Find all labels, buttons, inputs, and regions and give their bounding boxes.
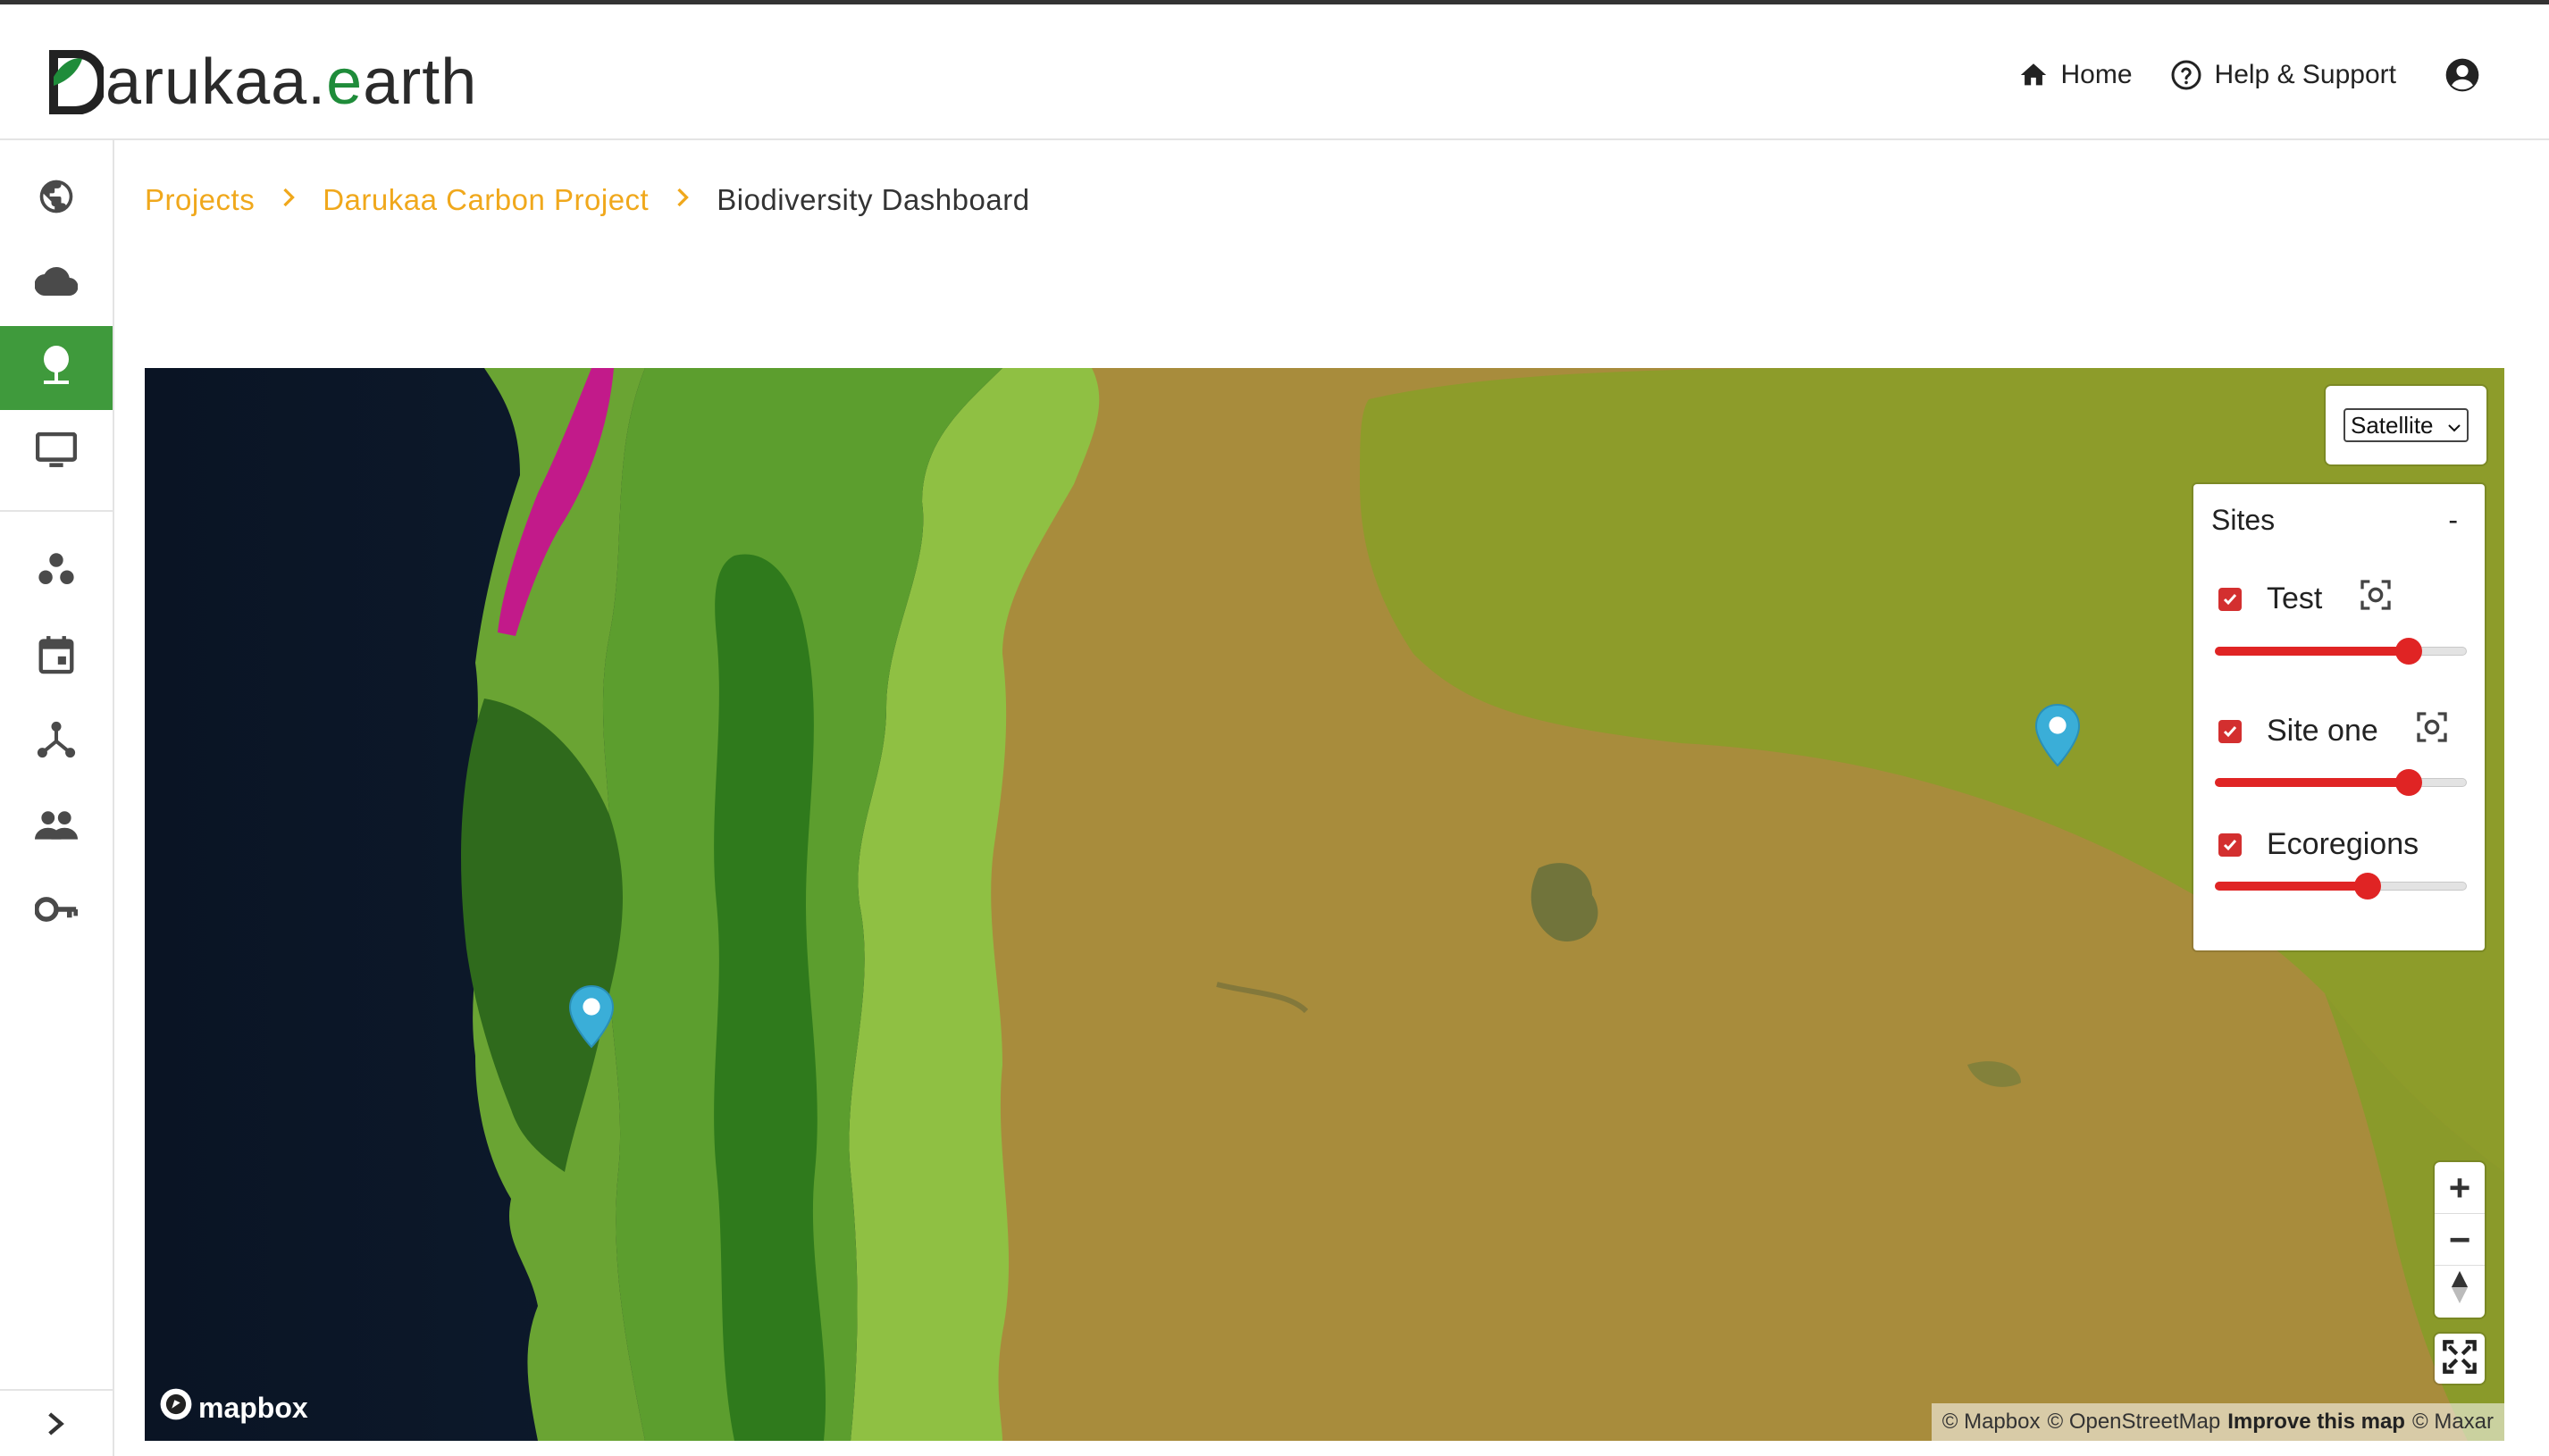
chevron-down-icon bbox=[2447, 412, 2461, 439]
cloud-icon bbox=[34, 264, 79, 304]
sidebar-item-key[interactable] bbox=[0, 869, 113, 953]
nav-home-label: Home bbox=[2060, 60, 2133, 89]
attribution-mapbox[interactable]: © Mapbox bbox=[1942, 1410, 2041, 1435]
map-style-select[interactable]: Satellite bbox=[2344, 408, 2469, 442]
mapbox-logo[interactable]: mapbox bbox=[159, 1387, 308, 1428]
breadcrumb-current: Biodiversity Dashboard bbox=[717, 183, 1030, 216]
layer-ecoregions-label: Ecoregions bbox=[2267, 827, 2419, 861]
attribution-osm[interactable]: © OpenStreetMap bbox=[2047, 1410, 2220, 1435]
network-icon bbox=[36, 720, 77, 764]
nav-help-support[interactable]: Help & Support bbox=[2170, 59, 2396, 91]
sidebar-item-people[interactable] bbox=[0, 784, 113, 868]
people-icon bbox=[35, 808, 78, 845]
top-header: arukaa. e arth Home Help & Support bbox=[0, 9, 2549, 140]
nav-help-label: Help & Support bbox=[2214, 60, 2396, 89]
layer-test-label: Test bbox=[2267, 582, 2323, 615]
map-attribution: © Mapbox © OpenStreetMap Improve this ma… bbox=[1931, 1403, 2504, 1441]
key-icon bbox=[34, 896, 79, 927]
zoom-in-button[interactable]: + bbox=[2435, 1162, 2485, 1214]
sidebar-item-biodiversity[interactable] bbox=[0, 326, 113, 410]
map-style-control: Satellite bbox=[2326, 386, 2486, 464]
monitor-icon bbox=[35, 431, 78, 474]
sidebar-expand-toggle[interactable] bbox=[0, 1389, 113, 1456]
sidebar-item-cloud[interactable] bbox=[0, 241, 113, 325]
home-icon bbox=[2018, 60, 2049, 90]
site-marker-pin[interactable] bbox=[2033, 703, 2082, 767]
breadcrumb-projects[interactable]: Projects bbox=[145, 183, 255, 217]
sidebar-item-network[interactable] bbox=[0, 699, 113, 783]
breadcrumb: Projects Darukaa Carbon Project Biodiver… bbox=[145, 183, 1030, 217]
layer-test-opacity-slider[interactable] bbox=[2215, 635, 2467, 667]
logo-e-leaf: e bbox=[326, 46, 364, 118]
map-canvas[interactable]: Satellite Sites - Test Site one Ecoregio… bbox=[145, 368, 2504, 1441]
mapbox-icon bbox=[159, 1387, 193, 1428]
help-circle-icon bbox=[2170, 59, 2202, 91]
sidebar-item-globe[interactable] bbox=[0, 156, 113, 240]
map-style-value: Satellite bbox=[2351, 411, 2434, 439]
darukaa-logo[interactable]: arukaa. e arth bbox=[46, 43, 478, 118]
map-terrain bbox=[145, 368, 2504, 1441]
layers-collapse-button[interactable]: - bbox=[2448, 504, 2467, 537]
layer-site-one-opacity-slider[interactable] bbox=[2215, 766, 2467, 799]
fullscreen-button[interactable] bbox=[2435, 1334, 2485, 1384]
top-nav: Home Help & Support bbox=[2018, 55, 2482, 95]
attribution-maxar[interactable]: © Maxar bbox=[2412, 1410, 2494, 1435]
nav-home[interactable]: Home bbox=[2018, 60, 2133, 90]
compass-reset-button[interactable] bbox=[2435, 1266, 2485, 1318]
sidebar-divider bbox=[0, 510, 113, 512]
layer-ecoregions-checkbox[interactable] bbox=[2218, 833, 2242, 857]
breadcrumb-project[interactable]: Darukaa Carbon Project bbox=[323, 183, 649, 217]
sidebar-item-calendar[interactable] bbox=[0, 615, 113, 699]
layers-panel-title: Sites bbox=[2211, 504, 2276, 536]
bubbles-icon bbox=[37, 550, 76, 594]
zoom-out-button[interactable]: − bbox=[2435, 1214, 2485, 1266]
chevron-right-icon bbox=[675, 185, 690, 215]
fullscreen-icon bbox=[2442, 1339, 2478, 1379]
layers-panel-header: Sites - bbox=[2211, 504, 2467, 537]
layers-panel: Sites - Test Site one Ecoregions bbox=[2193, 484, 2485, 950]
layer-test-checkbox[interactable] bbox=[2218, 587, 2242, 611]
sidebar-item-bubbles[interactable] bbox=[0, 530, 113, 614]
mapbox-wordmark: mapbox bbox=[198, 1391, 308, 1424]
account-button[interactable] bbox=[2443, 55, 2482, 95]
focus-target-icon[interactable] bbox=[2414, 709, 2450, 753]
layer-row-site-one: Site one bbox=[2218, 709, 2450, 753]
tree-icon bbox=[38, 345, 74, 392]
chevron-right-icon bbox=[46, 1410, 66, 1442]
logo-d-leaf-icon bbox=[46, 49, 107, 115]
account-circle-icon bbox=[2443, 55, 2482, 95]
layer-row-ecoregions: Ecoregions bbox=[2218, 827, 2419, 862]
layer-site-one-label: Site one bbox=[2267, 714, 2378, 748]
layer-row-test: Test bbox=[2218, 577, 2394, 621]
left-sidebar bbox=[0, 140, 114, 1456]
attribution-improve-map[interactable]: Improve this map bbox=[2227, 1410, 2405, 1435]
logo-text-end: arth bbox=[363, 46, 478, 118]
site-marker-pin[interactable] bbox=[567, 984, 616, 1049]
compass-icon bbox=[2450, 1269, 2469, 1314]
chevron-right-icon bbox=[281, 185, 296, 215]
focus-target-icon[interactable] bbox=[2358, 577, 2394, 621]
calendar-icon bbox=[38, 635, 74, 679]
layer-site-one-checkbox[interactable] bbox=[2218, 719, 2242, 743]
globe-icon bbox=[37, 177, 76, 221]
logo-text: arukaa. bbox=[105, 46, 327, 118]
layer-ecoregions-opacity-slider[interactable] bbox=[2215, 870, 2467, 902]
sidebar-item-monitor[interactable] bbox=[0, 411, 113, 495]
zoom-controls: + − bbox=[2435, 1162, 2485, 1318]
